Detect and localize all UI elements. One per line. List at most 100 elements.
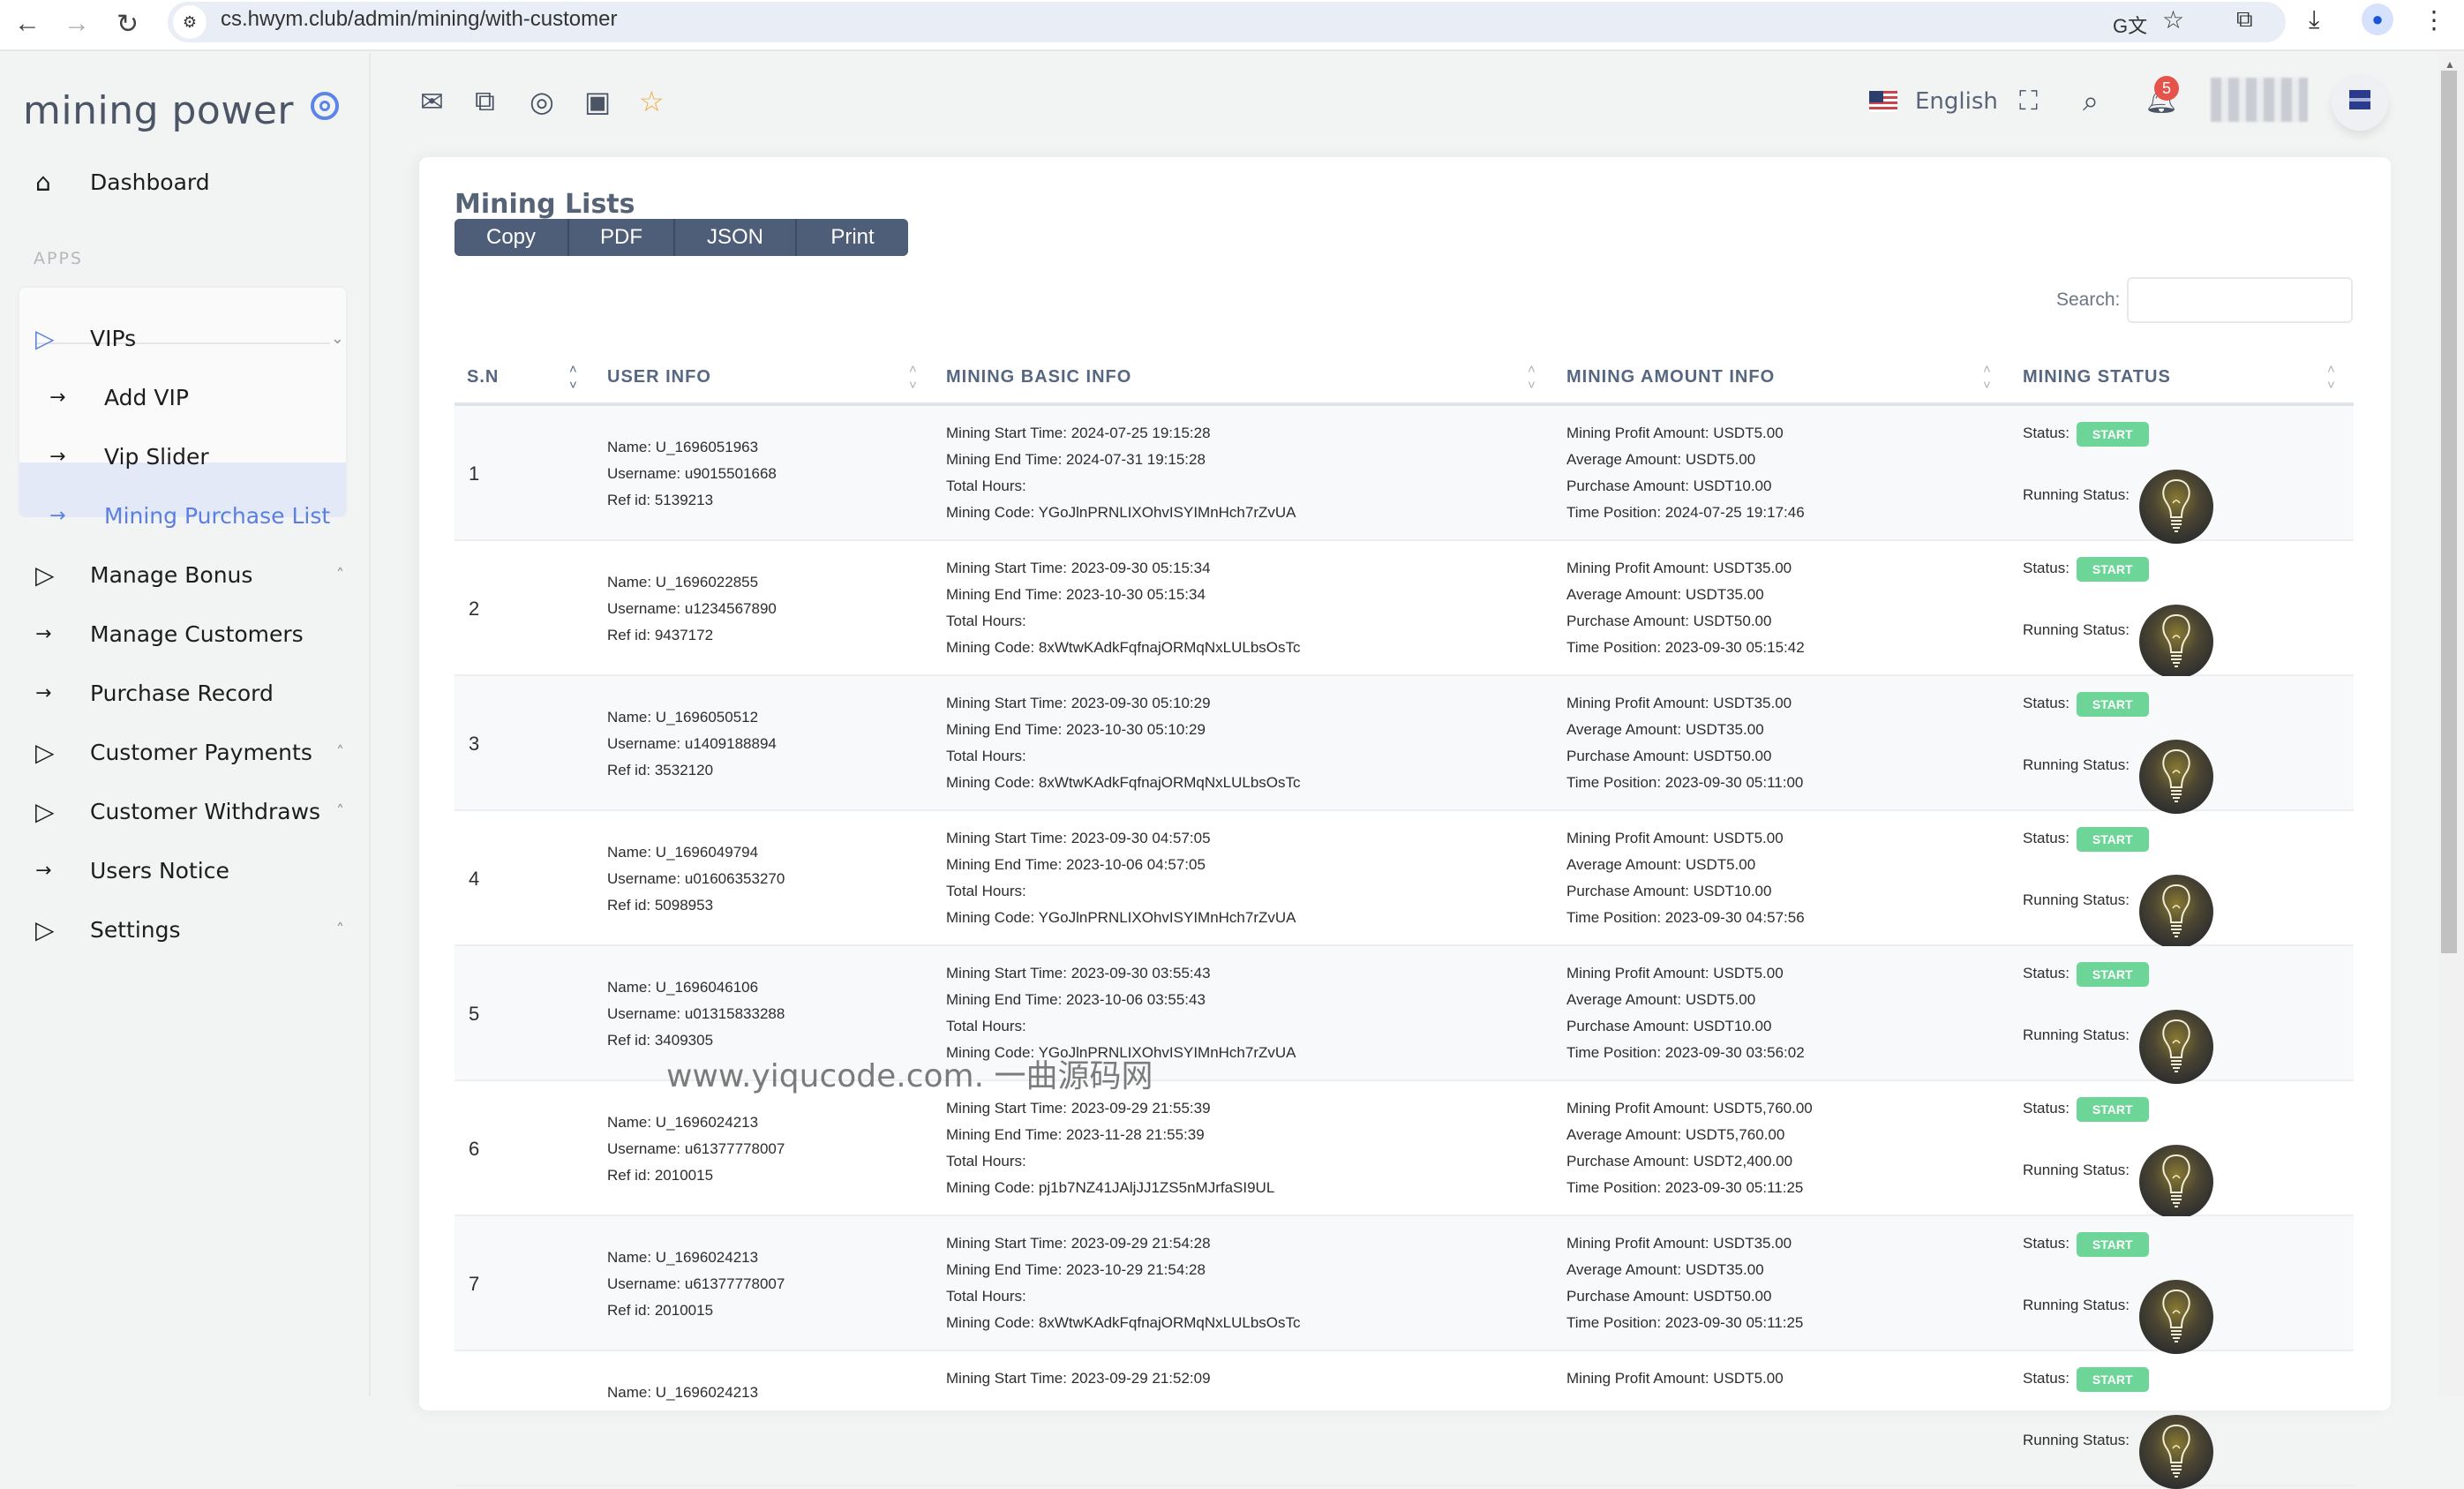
table-row: 4 Name: U_1696049794 Username: u01606353… [454,811,2354,949]
sidebar-item-vips[interactable]: ▷ VIPs ⌄ [35,313,353,363]
row-serial: 1 [469,462,480,485]
table-row: 6 Name: U_1696024213 Username: u61377778… [454,1081,2354,1219]
start-status-button[interactable]: START [2076,1096,2149,1122]
start-status-button[interactable]: START [2076,421,2149,447]
sidebar-item-customer-withdraws[interactable]: ▷ Customer Withdraws ˄ [35,786,353,836]
check-circle-icon[interactable]: ◎ [530,85,554,118]
download-icon[interactable]: ⤓ [2309,5,2319,34]
play-triangle-icon: ▷ [35,737,55,767]
sidebar-toggle-icon[interactable] [311,92,339,120]
sidebar-item-label: Vip Slider [104,443,209,470]
sidebar-item-add-vip[interactable]: → Add VIP [49,372,367,422]
menu-icon[interactable]: ⋮ [2422,5,2446,34]
column-header-mining-status[interactable]: MINING STATUS [2023,367,2171,387]
sort-icon[interactable]: ˄ ˅ [2327,362,2335,394]
sort-icon[interactable]: ˄ ˅ [1983,362,1991,394]
back-icon[interactable]: ← [14,9,41,39]
mining-code: Mining Code: YGoJlnPRNLIXOhvISYIMnHch7rZ… [946,909,1296,926]
scrollbar-thumb[interactable] [2441,71,2457,953]
mail-icon[interactable]: ✉ [420,85,444,118]
search-icon[interactable]: ⌕ [2083,85,2099,118]
sidebar-item-customer-payments[interactable]: ▷ Customer Payments ˄ [35,727,353,777]
sort-icon[interactable]: ˄ ˅ [569,362,577,394]
chat-icon[interactable]: ⧉ [475,85,495,118]
scroll-up-arrow-icon[interactable]: ▲ [2445,58,2455,71]
calendar-icon[interactable]: ▣ [584,85,611,118]
user-name: Name: U_1696022855 [607,574,759,590]
time-position: Time Position: 2023-09-30 05:11:25 [1566,1179,1804,1196]
profit-amount: Mining Profit Amount: USDT5.00 [1566,830,1784,846]
average-amount: Average Amount: USDT35.00 [1566,586,1764,603]
table-row: Name: U_1696024213 Mining Start Time: 20… [454,1351,2354,1489]
bookmark-star-icon[interactable]: ☆ [2162,5,2184,34]
pdf-button[interactable]: PDF [569,219,675,256]
running-status-label: Running Status: [2023,1432,2130,1448]
translate-icon[interactable]: G文 [2113,11,2147,39]
search-input[interactable] [2127,277,2353,323]
site-info-icon[interactable]: ⚙ [173,5,207,39]
mining-end-time: Mining End Time: 2023-10-30 05:15:34 [946,586,1206,603]
row-serial: 5 [469,1003,480,1025]
copy-button[interactable]: Copy [454,219,569,256]
sidebar-item-manage-customers[interactable]: → Manage Customers [35,609,353,658]
mining-amount-cell: Mining Profit Amount: USDT5.00 Average A… [1566,825,1805,931]
running-status-label: Running Status: [2023,756,2130,773]
start-status-button[interactable]: START [2076,961,2149,987]
user-name-blurred[interactable] [2211,78,2308,122]
column-header-user-info[interactable]: USER INFO [607,367,711,387]
start-status-button[interactable]: START [2076,1231,2149,1257]
running-status-label: Running Status: [2023,486,2130,503]
fullscreen-icon[interactable]: ⛶ [2019,86,2038,117]
extensions-icon[interactable]: ⧉ [2236,5,2253,34]
page-scrollbar[interactable]: ▲ [2438,53,2464,1396]
purchase-amount: Purchase Amount: USDT10.00 [1566,1018,1772,1034]
star-icon[interactable]: ☆ [639,85,665,118]
reload-icon[interactable]: ↻ [116,9,139,40]
column-header-mining-basic-info[interactable]: MINING BASIC INFO [946,367,1131,387]
start-status-button[interactable]: START [2076,556,2149,582]
sidebar-item-users-notice[interactable]: → Users Notice [35,846,353,895]
language-selector[interactable]: English [1915,88,1998,115]
start-status-button[interactable]: START [2076,691,2149,717]
mining-amount-cell: Mining Profit Amount: USDT5,760.00 Avera… [1566,1095,1813,1201]
running-status-label: Running Status: [2023,1162,2130,1178]
mining-start-time: Mining Start Time: 2024-07-25 19:15:28 [946,425,1211,441]
user-username: Username: u61377778007 [607,1275,785,1292]
forward-icon[interactable]: → [64,9,90,39]
sidebar-item-manage-bonus[interactable]: ▷ Manage Bonus ˄ [35,550,353,599]
mining-code: Mining Code: 8xWtwKAdkFqfnajORMqNxLULbsO… [946,774,1301,791]
user-username: Username: u1409188894 [607,735,777,752]
watermark: www.yiqucode.com. 一曲源码网 [666,1058,1153,1094]
lightbulb-icon [2139,740,2213,814]
start-status-button[interactable]: START [2076,826,2149,852]
user-info-cell: Name: U_1696046106 Username: u0131583328… [607,974,785,1054]
purchase-amount: Purchase Amount: USDT50.00 [1566,613,1772,629]
sort-icon[interactable]: ˄ ˅ [1528,362,1536,394]
start-status-button[interactable]: START [2076,1366,2149,1392]
sort-icon[interactable]: ˄ ˅ [909,362,917,394]
table-row: 1 Name: U_1696051963 Username: u90155016… [454,406,2354,544]
sidebar-item-purchase-record[interactable]: → Purchase Record [35,668,353,718]
arrow-right-icon: → [35,859,52,882]
mining-amount-cell: Mining Profit Amount: USDT5.00 [1566,1365,1784,1392]
user-info-cell: Name: U_1696022855 Username: u1234567890… [607,569,777,649]
column-header-mining-amount-info[interactable]: MINING AMOUNT INFO [1566,367,1775,387]
json-button[interactable]: JSON [675,219,797,256]
print-button[interactable]: Print [797,219,908,256]
sidebar-item-mining-purchase-list[interactable]: → Mining Purchase List [49,491,367,540]
sidebar-item-settings[interactable]: ▷ Settings ˄ [35,905,353,954]
avatar[interactable] [2332,74,2388,131]
mining-end-time: Mining End Time: 2023-10-30 05:10:29 [946,721,1206,738]
profile-icon[interactable]: ● [2362,4,2393,35]
arrow-right-icon: → [49,504,66,527]
sidebar-item-dashboard[interactable]: ⌂ Dashboard [35,157,353,207]
total-hours: Total Hours: [946,1018,1026,1034]
profit-amount: Mining Profit Amount: USDT35.00 [1566,1235,1792,1252]
sidebar-item-vip-slider[interactable]: → Vip Slider [49,432,367,481]
purchase-amount: Purchase Amount: USDT10.00 [1566,883,1772,899]
export-button-group: Copy PDF JSON Print [454,219,908,256]
profit-amount: Mining Profit Amount: USDT35.00 [1566,560,1792,576]
url-text[interactable]: cs.hwym.club/admin/mining/with-customer [221,7,617,32]
column-header-sn[interactable]: S.N [467,367,499,387]
brand-logo[interactable]: mining power [23,88,294,133]
